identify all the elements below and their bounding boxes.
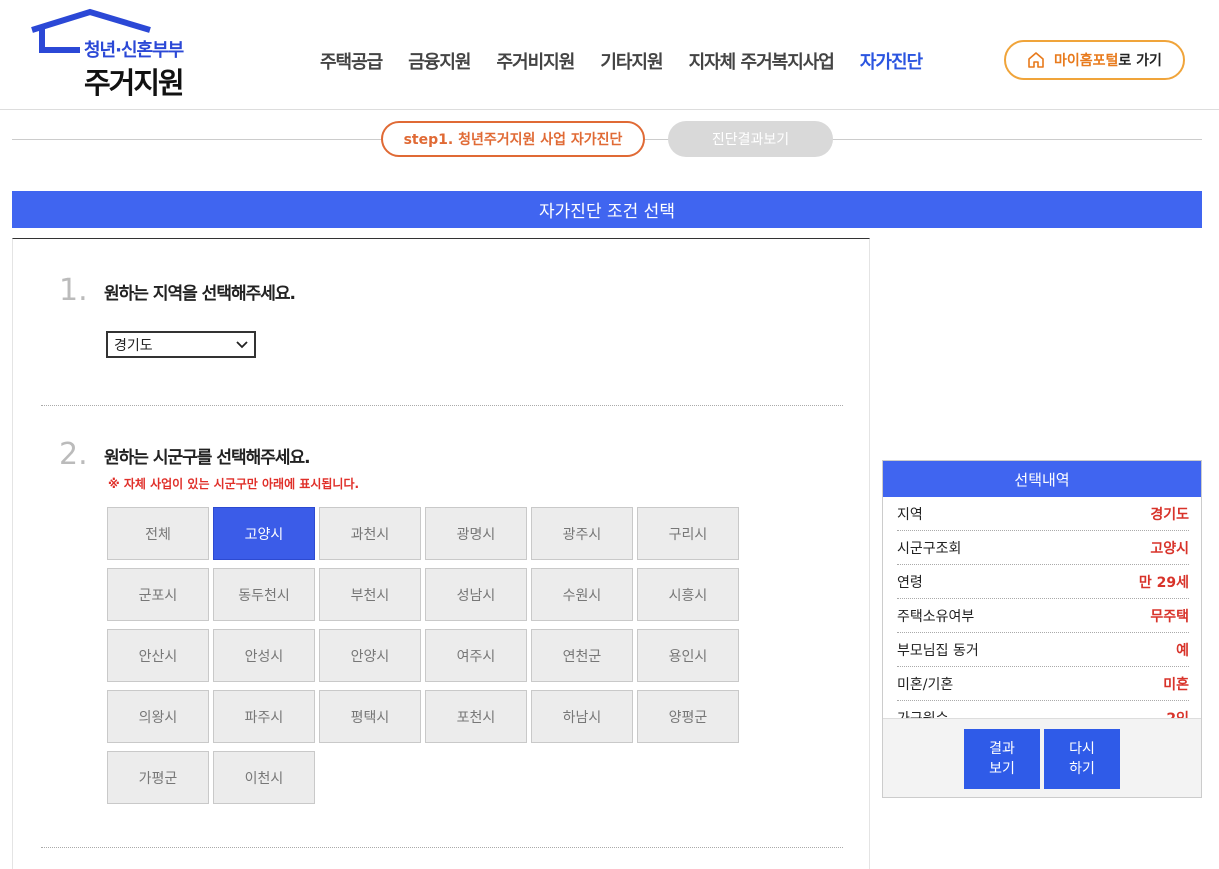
nav-item[interactable]: 주택공급 <box>320 48 383 74</box>
summary-value: 미혼 <box>1163 676 1189 693</box>
question2-note: ※ 자체 사업이 있는 시군구만 아래에 표시됩니다. <box>108 477 360 491</box>
site-header: 청년·신혼부부 주거지원 주택공급 금융지원 주거비지원 기타지원 지자체 주거복지사업… <box>0 0 1219 110</box>
logo-subtitle: 청년·신혼부부 <box>84 40 184 61</box>
portal-suffix: 로 가기 <box>1118 53 1162 69</box>
nav-item[interactable]: 금융지원 <box>408 48 471 74</box>
reset-button[interactable]: 다시 하기 <box>1044 729 1120 789</box>
summary-key: 시군구조회 <box>897 540 962 557</box>
district-option[interactable]: 구리시 <box>637 507 739 560</box>
logo-title: 주거지원 <box>84 66 185 100</box>
district-option[interactable]: 고양시 <box>213 507 315 560</box>
district-option[interactable]: 이천시 <box>213 751 315 804</box>
district-option[interactable]: 동두천시 <box>213 568 315 621</box>
question1-text: 원하는 지역을 선택해주세요. <box>104 284 296 304</box>
district-option[interactable]: 성남시 <box>425 568 527 621</box>
district-option[interactable]: 여주시 <box>425 629 527 682</box>
home-icon <box>1028 52 1044 68</box>
condition-panel: 1. 원하는 지역을 선택해주세요. 경기도 2. 원하는 시군구를 선택해주세… <box>12 238 870 869</box>
district-option[interactable]: 광명시 <box>425 507 527 560</box>
district-option[interactable]: 과천시 <box>319 507 421 560</box>
district-option[interactable]: 포천시 <box>425 690 527 743</box>
district-option[interactable]: 하남시 <box>531 690 633 743</box>
region-select[interactable]: 경기도 <box>106 331 256 358</box>
district-option[interactable]: 용인시 <box>637 629 739 682</box>
myhome-portal-button[interactable]: 마이홈포털 로 가기 <box>1004 40 1185 80</box>
summary-list[interactable]: 지역 경기도시군구조회 고양시연령 만 29세주택소유여부 무주택부모님집 동거 예미혼/… <box>883 497 1201 718</box>
district-option[interactable]: 평택시 <box>319 690 421 743</box>
district-option[interactable]: 의왕시 <box>107 690 209 743</box>
summary-value: 경기도 <box>1150 506 1189 523</box>
nav-item[interactable]: 지자체 주거복지사업 <box>689 48 835 74</box>
divider <box>41 847 843 848</box>
district-option[interactable]: 양평군 <box>637 690 739 743</box>
nav-item[interactable]: 자가진단 <box>860 48 923 74</box>
district-option[interactable]: 파주시 <box>213 690 315 743</box>
summary-row: 주택소유여부 무주택 <box>897 599 1189 633</box>
summary-value: 2인 <box>1166 708 1189 719</box>
divider <box>41 405 843 406</box>
question1-number: 1. <box>59 273 88 308</box>
summary-key: 가구원수 <box>897 708 949 719</box>
summary-key: 부모님집 동거 <box>897 642 979 659</box>
summary-row: 가구원수 2인 <box>897 701 1189 719</box>
region-select-value: 경기도 <box>114 337 153 354</box>
summary-value: 무주택 <box>1150 608 1189 625</box>
site-logo[interactable]: 청년·신혼부부 주거지원 <box>28 8 208 100</box>
summary-key: 주택소유여부 <box>897 608 975 625</box>
summary-key: 미혼/기혼 <box>897 676 954 693</box>
summary-value: 만 29세 <box>1138 574 1189 591</box>
district-option[interactable]: 안산시 <box>107 629 209 682</box>
summary-value: 고양시 <box>1150 540 1189 557</box>
district-option[interactable]: 전체 <box>107 507 209 560</box>
question2-text: 원하는 시군구를 선택해주세요. <box>104 448 311 468</box>
summary-row: 연령 만 29세 <box>897 565 1189 599</box>
summary-row: 지역 경기도 <box>897 497 1189 531</box>
summary-value: 예 <box>1176 642 1189 659</box>
summary-key: 지역 <box>897 506 923 523</box>
selection-summary: 선택내역 지역 경기도시군구조회 고양시연령 만 29세주택소유여부 무주택부모님집 동… <box>882 460 1202 798</box>
question2-number: 2. <box>59 437 88 472</box>
summary-row: 시군구조회 고양시 <box>897 531 1189 565</box>
district-option[interactable]: 군포시 <box>107 568 209 621</box>
district-option[interactable]: 안성시 <box>213 629 315 682</box>
step2-tab[interactable]: 진단결과보기 <box>668 121 833 157</box>
district-option[interactable]: 수원시 <box>531 568 633 621</box>
summary-row: 부모님집 동거 예 <box>897 633 1189 667</box>
section-title: 자가진단 조건 선택 <box>12 191 1202 228</box>
portal-name: 마이홈포털 <box>1054 53 1119 69</box>
district-option[interactable]: 연천군 <box>531 629 633 682</box>
main-nav: 주택공급 금융지원 주거비지원 기타지원 지자체 주거복지사업 자가진단 <box>320 48 948 74</box>
summary-title: 선택내역 <box>883 461 1201 497</box>
district-option[interactable]: 시흥시 <box>637 568 739 621</box>
view-result-button[interactable]: 결과 보기 <box>964 729 1040 789</box>
district-option[interactable]: 가평군 <box>107 751 209 804</box>
nav-item[interactable]: 주거비지원 <box>497 48 576 74</box>
chevron-down-icon <box>236 340 248 348</box>
district-option[interactable]: 안양시 <box>319 629 421 682</box>
summary-actions: 결과 보기 다시 하기 <box>883 718 1201 797</box>
nav-item[interactable]: 기타지원 <box>600 48 663 74</box>
district-option[interactable]: 광주시 <box>531 507 633 560</box>
summary-key: 연령 <box>897 574 923 591</box>
summary-row: 미혼/기혼 미혼 <box>897 667 1189 701</box>
district-option[interactable]: 부천시 <box>319 568 421 621</box>
step1-tab[interactable]: step1. 청년주거지원 사업 자가진단 <box>381 121 645 157</box>
